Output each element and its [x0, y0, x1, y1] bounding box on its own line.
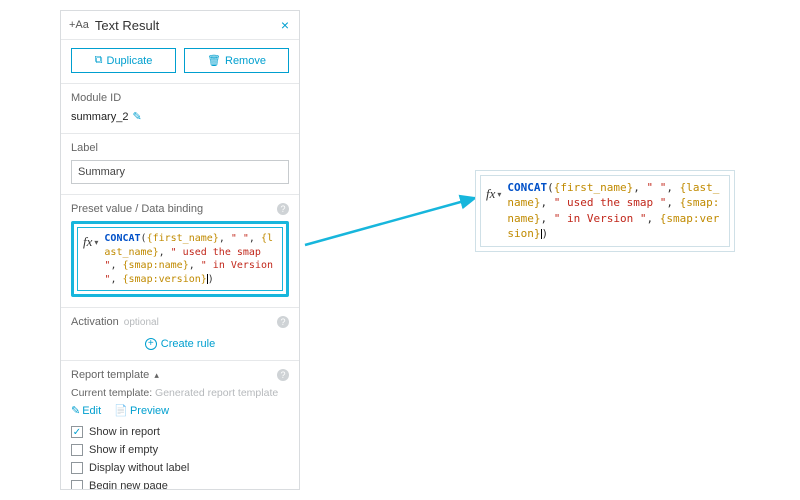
remove-button[interactable]: 🗑 Remove	[184, 48, 289, 73]
duplicate-button[interactable]: ⧉ Duplicate	[71, 48, 176, 73]
checkbox[interactable]: ✓	[71, 426, 83, 438]
activation-optional: optional	[124, 317, 159, 328]
duplicate-icon: ⧉	[95, 54, 103, 67]
panel-header: +Aa Text Result ×	[61, 11, 299, 40]
checkbox-row: ✓ Show in report	[71, 423, 289, 441]
formula-code[interactable]: CONCAT({first_name}, " ", {last_name}, "…	[100, 230, 279, 288]
edit-module-id-icon[interactable]: ✎	[132, 110, 141, 123]
formula-zoom-callout: fx ▾ CONCAT({first_name}, " ", {last_nam…	[475, 170, 735, 252]
preview-template-link[interactable]: 📄Preview	[114, 405, 169, 417]
plus-circle-icon: +	[145, 338, 157, 350]
checkbox-label: Display without label	[89, 462, 189, 474]
fx-dropdown-zoom[interactable]: fx ▾	[484, 178, 503, 202]
close-icon[interactable]: ×	[279, 17, 291, 33]
checkbox[interactable]	[71, 462, 83, 474]
label-input[interactable]	[71, 160, 289, 184]
fx-label: fx	[83, 234, 92, 250]
module-id-row: summary_2 ✎	[71, 110, 289, 123]
properties-panel: +Aa Text Result × ⧉ Duplicate 🗑 Remove M…	[60, 10, 300, 490]
pencil-icon: ✎	[71, 405, 80, 417]
report-title-text: Report template	[71, 369, 149, 381]
preset-title-text: Preset value / Data binding	[71, 203, 203, 215]
text-result-icon: +Aa	[69, 19, 89, 31]
checkbox-row: Begin new page	[71, 477, 289, 490]
module-id-value: summary_2	[71, 111, 128, 123]
preview-icon: 📄	[114, 405, 128, 417]
template-links: ✎Edit 📄Preview	[71, 403, 289, 417]
preview-template-label: Preview	[130, 405, 169, 417]
panel-action-row: ⧉ Duplicate 🗑 Remove	[61, 40, 299, 83]
remove-label: Remove	[225, 55, 266, 67]
checkbox-row: Show if empty	[71, 441, 289, 459]
trash-icon: 🗑	[207, 54, 221, 67]
panel-title: Text Result	[95, 18, 279, 33]
section-preset: Preset value / Data binding ? fx ▾ CONCA…	[61, 194, 299, 307]
help-icon[interactable]: ?	[277, 203, 289, 215]
formula-code-zoom: CONCAT({first_name}, " ", {last_name}, "…	[503, 178, 726, 244]
checkbox-label: Show if empty	[89, 444, 158, 456]
section-report-template: Report template ▴ ? Current template: Ge…	[61, 360, 299, 490]
formula-editor[interactable]: fx ▾ CONCAT({first_name}, " ", {last_nam…	[77, 227, 283, 291]
checkbox-row: Display without label	[71, 459, 289, 477]
create-rule-link[interactable]: + Create rule	[71, 334, 289, 350]
section-module-id: Module ID summary_2 ✎	[61, 83, 299, 133]
section-title-activation: Activation optional ?	[71, 316, 289, 328]
fx-dropdown[interactable]: fx ▾	[81, 230, 100, 250]
chevron-up-icon: ▴	[154, 370, 159, 380]
current-template-row: Current template: Generated report templ…	[71, 387, 289, 399]
help-icon[interactable]: ?	[277, 316, 289, 328]
current-template-value: Generated report template	[155, 387, 278, 399]
chevron-down-icon: ▾	[94, 238, 98, 247]
help-icon[interactable]: ?	[277, 369, 289, 381]
create-rule-label: Create rule	[161, 338, 215, 350]
checkbox-label: Begin new page	[89, 480, 168, 490]
checkbox-label: Show in report	[89, 426, 160, 438]
section-title-label: Label	[71, 142, 289, 154]
section-title-report[interactable]: Report template ▴ ?	[71, 369, 289, 381]
section-title-module-id: Module ID	[71, 92, 289, 104]
formula-editor-zoom: fx ▾ CONCAT({first_name}, " ", {last_nam…	[480, 175, 730, 247]
edit-template-link[interactable]: ✎Edit	[71, 405, 104, 417]
edit-template-label: Edit	[82, 405, 101, 417]
chevron-down-icon: ▾	[497, 190, 501, 199]
callout-arrow	[300, 190, 490, 270]
formula-highlight: fx ▾ CONCAT({first_name}, " ", {last_nam…	[71, 221, 289, 297]
duplicate-label: Duplicate	[107, 55, 153, 67]
section-activation: Activation optional ? + Create rule	[61, 307, 299, 360]
section-label: Label	[61, 133, 299, 194]
activation-title-text: Activation	[71, 316, 119, 328]
checkbox[interactable]	[71, 444, 83, 456]
section-title-preset: Preset value / Data binding ?	[71, 203, 289, 215]
checkbox[interactable]	[71, 480, 83, 490]
fx-label: fx	[486, 186, 495, 202]
current-template-label: Current template:	[71, 387, 152, 399]
report-checkboxes: ✓ Show in report Show if empty Display with…	[71, 423, 289, 490]
